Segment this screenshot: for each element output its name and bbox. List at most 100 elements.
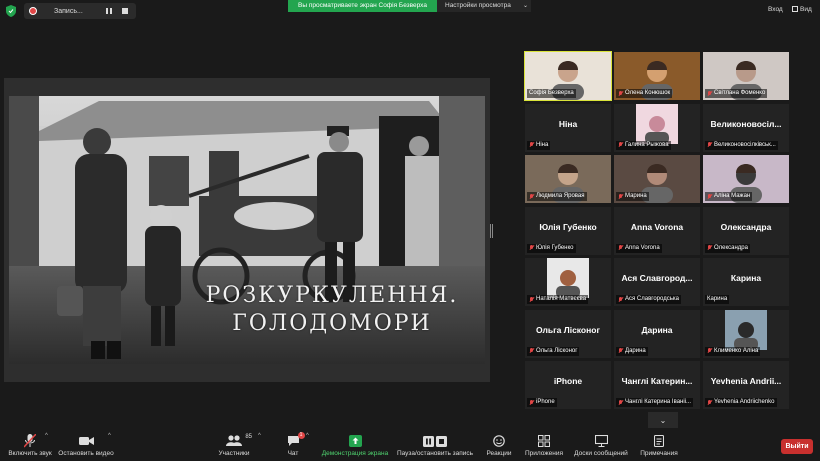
gallery-view-icon[interactable]: [792, 6, 798, 12]
participant-tile[interactable]: Великоновосіл... Великоновосілківськ...: [703, 103, 789, 152]
participant-tile[interactable]: Аліна Мажан: [703, 155, 789, 203]
participant-name-tag: iPhone: [527, 398, 557, 407]
recording-indicator: Запись...: [24, 3, 136, 19]
participant-tile[interactable]: Ася Славгород... Ася Славгородська: [614, 258, 700, 306]
notes-icon: [654, 434, 664, 448]
apps-label: Приложения: [524, 450, 564, 457]
participant-name-tag: Клименко Аліна: [705, 346, 761, 356]
participant-tile[interactable]: Дарина Дарина: [614, 309, 700, 358]
audio-options-caret[interactable]: ^: [45, 433, 48, 439]
participant-display-name: Anna Vorona: [630, 221, 684, 232]
participant-name-tag: Марина: [616, 192, 649, 201]
top-bar: Запись... Вы просматриваете экран Софія …: [0, 0, 820, 22]
enter-label[interactable]: Вход: [768, 6, 783, 13]
unmute-label: Включить звук: [8, 450, 52, 457]
mic-muted-icon: [618, 245, 623, 251]
stop-recording-button[interactable]: [120, 6, 130, 16]
mic-muted-icon: [618, 296, 623, 303]
participant-name: Світлана Фоменко: [714, 90, 766, 96]
participant-display-name: Ольга Лісконог: [535, 324, 600, 335]
mic-muted-icon: [529, 399, 534, 406]
mic-muted-icon: [529, 348, 534, 354]
participant-display-name: Карина: [730, 273, 762, 283]
participants-button[interactable]: 85 Участники: [216, 434, 252, 460]
notes-label: Примечания: [640, 450, 678, 457]
participant-tile[interactable]: Галина Рыжова: [614, 103, 700, 152]
participant-name: Карина: [707, 296, 728, 302]
reactions-button[interactable]: Реакции: [485, 434, 513, 460]
participant-name: Людмила Яровая: [536, 193, 585, 199]
panel-resize-handle[interactable]: [490, 224, 493, 238]
record-icon: [29, 7, 37, 15]
mic-muted-icon: [618, 90, 623, 97]
participant-tile[interactable]: Ніна Ніна: [525, 103, 611, 152]
participant-name-tag: Софія Безверха: [527, 89, 576, 98]
view-options-label: Настройки просмотра: [445, 2, 511, 9]
stop-video-button[interactable]: Остановить видео: [58, 434, 114, 460]
participant-name-tag: Дарина: [616, 346, 648, 356]
participant-name: Чанглі Катерина Іваніі...: [625, 399, 692, 405]
participant-name: Софія Безверха: [529, 90, 574, 96]
smiley-icon: [493, 434, 505, 448]
reactions-label: Реакции: [486, 450, 512, 457]
pause-stop-recording-button[interactable]: Пауза/остановить запись: [396, 434, 474, 460]
view-options-dropdown[interactable]: Настройки просмотра ⌄: [437, 0, 531, 12]
share-screen-icon: [348, 434, 362, 448]
participant-tile[interactable]: Карина Карина: [703, 258, 789, 306]
share-screen-button[interactable]: Демонстрация экрана: [320, 434, 390, 460]
apps-button[interactable]: Приложения: [523, 434, 565, 460]
mic-muted-icon: [618, 193, 623, 200]
mic-muted-icon: [529, 142, 534, 148]
shared-screen: РОЗКУРКУЛЕННЯ. ГОЛОДОМОРИ: [4, 78, 490, 382]
chat-button[interactable]: 1 Чат: [282, 432, 305, 460]
leave-meeting-button[interactable]: Выйти: [781, 439, 813, 454]
participant-tile[interactable]: Марина: [614, 155, 700, 203]
participant-tile[interactable]: Yevhenia Andrii... Yevhenia Andriichenko: [703, 361, 789, 409]
participant-display-name: Чанглі Катерин...: [621, 376, 693, 386]
participant-tile[interactable]: Чанглі Катерин... Чанглі Катерина Іваніі.…: [614, 361, 700, 409]
participant-tile[interactable]: iPhone iPhone: [525, 361, 611, 409]
participant-name: Юлія Губенко: [536, 244, 574, 251]
gallery-next-page-button[interactable]: ⌄: [648, 412, 678, 428]
view-button[interactable]: Вид: [800, 6, 812, 13]
stop-video-label: Остановить видео: [58, 450, 114, 457]
notes-button[interactable]: Примечания: [638, 434, 680, 460]
slide-title-line-1: РОЗКУРКУЛЕННЯ.: [205, 283, 459, 308]
mic-muted-icon: [707, 193, 712, 200]
participant-name-tag: Ася Славгородська: [616, 295, 681, 304]
participant-tile[interactable]: Олександра Олександра: [703, 206, 789, 255]
participant-name-tag: Карина: [705, 295, 730, 304]
security-shield-icon[interactable]: [6, 5, 16, 17]
mic-muted-icon: [529, 296, 534, 303]
mic-off-icon: [24, 434, 36, 448]
mic-muted-icon: [618, 348, 623, 354]
participant-name-tag: Anna Vorona: [616, 243, 662, 253]
mic-muted-icon: [707, 348, 712, 354]
participant-name: Наталія Матвєєва: [536, 296, 587, 302]
participant-tile[interactable]: Anna Vorona Anna Vorona: [614, 206, 700, 255]
participant-tile[interactable]: Світлана Фоменко: [703, 52, 789, 100]
participant-tile[interactable]: Юлія Губенко Юлія Губенко: [525, 206, 611, 255]
participant-name: Галина Рыжова: [625, 141, 669, 148]
participant-tile[interactable]: Олена Конюшок: [614, 52, 700, 100]
participant-name: Клименко Аліна: [714, 347, 759, 354]
recording-label: Запись...: [54, 7, 83, 15]
participant-tile[interactable]: Наталія Матвєєва: [525, 258, 611, 306]
pause-recording-button[interactable]: [104, 6, 114, 16]
participants-options-caret[interactable]: ^: [258, 433, 261, 439]
chat-options-caret[interactable]: ^: [306, 433, 309, 439]
mic-muted-icon: [529, 193, 534, 200]
participant-tile[interactable]: Софія Безверха: [524, 51, 612, 101]
video-options-caret[interactable]: ^: [108, 433, 111, 439]
participant-display-name: Дарина: [641, 324, 673, 335]
share-screen-label: Демонстрация экрана: [321, 450, 389, 457]
participant-tile[interactable]: Клименко Аліна: [703, 309, 789, 358]
participant-name: Anna Vorona: [625, 244, 660, 251]
participant-name: Ася Славгородська: [625, 296, 679, 302]
participant-tile[interactable]: Людмила Яровая: [525, 155, 611, 203]
participant-display-name: Юлія Губенко: [539, 221, 597, 232]
participant-tile[interactable]: Ольга Лісконог Ольга Лісконог: [525, 309, 611, 358]
whiteboards-button[interactable]: Доски сообщений: [572, 434, 630, 460]
participant-display-name: Ася Славгород...: [621, 273, 693, 283]
participant-name: Олександра: [714, 244, 748, 251]
